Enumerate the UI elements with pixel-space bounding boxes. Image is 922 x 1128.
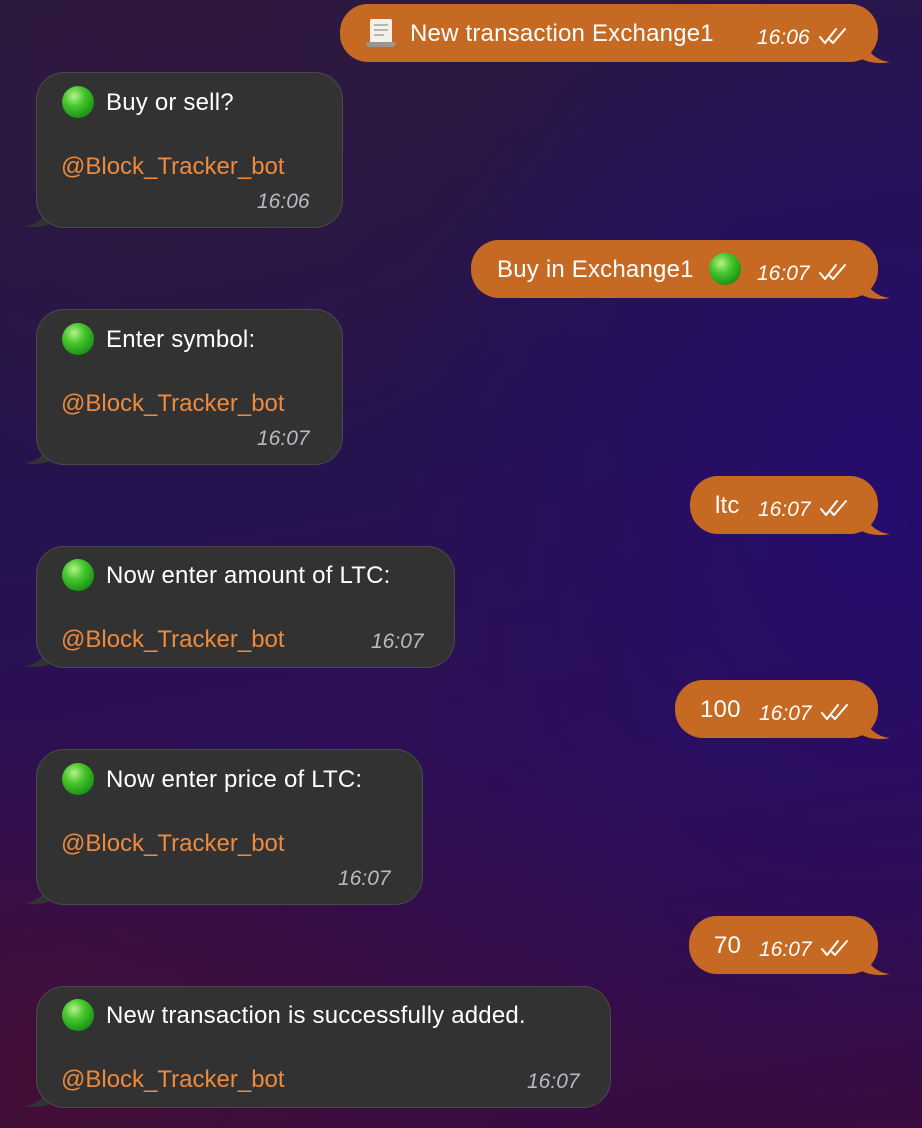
message-text: 100	[700, 696, 741, 723]
message-time: 16:07	[257, 427, 310, 450]
green-circle-icon	[62, 763, 94, 795]
message-time: 16:07	[757, 262, 810, 285]
bubble-tail	[856, 274, 890, 300]
bubble-tail	[856, 950, 890, 976]
message-time: 16:07	[759, 702, 812, 725]
message-text: Enter symbol:	[106, 326, 256, 353]
bubble-tail	[856, 714, 890, 740]
message-text: ltc	[715, 492, 740, 519]
double-check-icon	[821, 940, 848, 956]
message-time: 16:07	[759, 938, 812, 961]
bot-handle[interactable]: @Block_Tracker_bot	[61, 830, 285, 858]
message-text: Now enter amount of LTC:	[106, 562, 391, 589]
bot-handle[interactable]: @Block_Tracker_bot	[61, 390, 285, 418]
green-circle-icon	[62, 999, 94, 1031]
message-time: 16:06	[757, 26, 810, 49]
message-time: 16:07	[527, 1070, 580, 1093]
bot-handle[interactable]: @Block_Tracker_bot	[61, 1066, 285, 1094]
message-text: New transaction Exchange1	[410, 20, 714, 47]
green-circle-icon	[62, 559, 94, 591]
outgoing-message[interactable]: New transaction Exchange1 16:06	[340, 4, 890, 64]
green-circle-icon	[62, 86, 94, 118]
incoming-message[interactable]: Enter symbol: @Block_Tracker_bot 16:07	[24, 309, 344, 467]
incoming-message[interactable]: Now enter amount of LTC: @Block_Tracker_…	[24, 546, 456, 670]
bubble-tail	[856, 38, 890, 64]
outgoing-message[interactable]: Buy in Exchange1 16:07	[471, 240, 891, 300]
bot-handle[interactable]: @Block_Tracker_bot	[61, 626, 285, 654]
chat-history[interactable]: New transaction Exchange1 16:06 Buy or s…	[0, 0, 922, 1128]
green-circle-icon	[62, 323, 94, 355]
incoming-message[interactable]: Now enter price of LTC: @Block_Tracker_b…	[24, 749, 424, 907]
message-text: Buy or sell?	[106, 89, 234, 116]
double-check-icon	[819, 28, 846, 44]
receipt-icon	[366, 19, 396, 47]
bot-handle[interactable]: @Block_Tracker_bot	[61, 153, 285, 181]
double-check-icon	[821, 704, 848, 720]
message-time: 16:07	[371, 630, 424, 653]
message-time: 16:06	[257, 190, 310, 213]
message-text: New transaction is successfully added.	[106, 1002, 526, 1029]
message-text: Buy in Exchange1	[497, 256, 694, 283]
incoming-message[interactable]: New transaction is successfully added. @…	[24, 986, 612, 1110]
green-circle-icon	[709, 253, 741, 285]
double-check-icon	[820, 500, 847, 516]
message-text: Now enter price of LTC:	[106, 766, 363, 793]
bubble-tail	[856, 510, 890, 536]
message-time: 16:07	[338, 867, 391, 890]
incoming-message[interactable]: Buy or sell? @Block_Tracker_bot 16:06	[24, 72, 344, 230]
outgoing-message[interactable]: 100 16:07	[675, 680, 891, 740]
double-check-icon	[819, 264, 846, 280]
message-text: 70	[714, 932, 742, 959]
outgoing-message[interactable]: 70 16:07	[689, 916, 891, 976]
message-time: 16:07	[758, 498, 811, 521]
outgoing-message[interactable]: ltc 16:07	[690, 476, 890, 536]
